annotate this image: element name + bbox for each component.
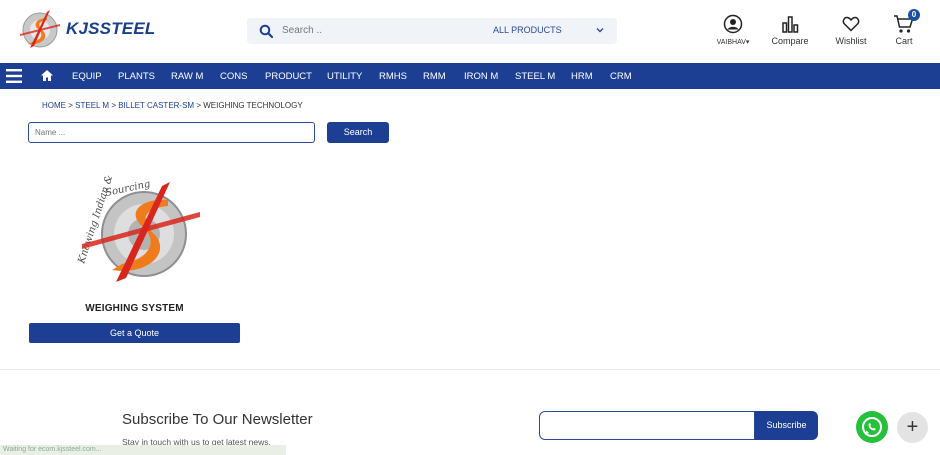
chevron-down-icon[interactable] — [595, 25, 605, 35]
home-icon[interactable] — [40, 69, 54, 82]
site-header: KJSSTEEL Search .. ALL PRODUCTS VAIBHAV▾… — [0, 0, 940, 63]
browser-status-bar: Waiting for ecom.kjssteel.com... — [0, 445, 286, 455]
breadcrumb-separator: > — [196, 101, 201, 110]
breadcrumb-home[interactable]: HOME — [42, 101, 66, 110]
cart-count-badge: 0 — [908, 9, 920, 21]
compare-icon — [782, 16, 799, 33]
filter-search-button[interactable]: Search — [327, 122, 389, 143]
account-label: VAIBHAV — [716, 39, 746, 46]
nav-item-raw-m[interactable]: RAW M — [171, 71, 203, 82]
brand-name: KJSSTEEL — [66, 19, 156, 38]
main-nav: EQUIP PLANTS RAW M CONS PRODUCT UTILITY … — [0, 63, 940, 89]
subscribe-button[interactable]: Subscribe — [755, 411, 818, 440]
caret-down-icon: ▾ — [745, 39, 750, 46]
newsletter-title: Subscribe To Our Newsletter — [122, 411, 313, 428]
floating-plus-button[interactable]: + — [897, 412, 928, 443]
user-icon — [723, 14, 743, 34]
heart-icon — [842, 16, 860, 32]
account-menu[interactable]: VAIBHAV▾ — [713, 14, 753, 46]
nav-item-steel-m[interactable]: STEEL M — [515, 71, 555, 82]
wishlist-label: Wishlist — [835, 36, 867, 46]
breadcrumb-separator: > — [111, 101, 116, 110]
nav-item-crm[interactable]: CRM — [610, 71, 632, 82]
nav-item-hrm[interactable]: HRM — [571, 71, 593, 82]
compare-link[interactable]: Compare — [768, 14, 812, 46]
whatsapp-icon — [862, 417, 882, 437]
nav-item-utility[interactable]: UTILITY — [327, 71, 362, 82]
breadcrumb-separator: > — [68, 101, 73, 110]
nav-item-rmhs[interactable]: RMHS — [379, 71, 407, 82]
cart-label: Cart — [895, 36, 913, 46]
newsletter-email-input[interactable] — [539, 411, 755, 440]
nav-item-cons[interactable]: CONS — [220, 71, 247, 82]
product-title[interactable]: WEIGHING SYSTEM — [29, 303, 240, 314]
hamburger-menu-icon[interactable] — [6, 69, 22, 83]
breadcrumb-steel-m[interactable]: STEEL M — [75, 101, 109, 110]
compare-label: Compare — [771, 36, 809, 46]
nav-item-iron-m[interactable]: IRON M — [464, 71, 498, 82]
nav-item-rmm[interactable]: RMM — [423, 71, 446, 82]
wishlist-link[interactable]: Wishlist — [832, 14, 870, 46]
get-quote-button[interactable]: Get a Quote — [29, 323, 240, 343]
search-icon[interactable] — [259, 24, 273, 38]
breadcrumb-current: WEIGHING TECHNOLOGY — [203, 101, 303, 110]
breadcrumb: HOME > STEEL M > BILLET CASTER-SM > WEIG… — [42, 101, 303, 110]
nav-item-product[interactable]: PRODUCT — [265, 71, 312, 82]
whatsapp-button[interactable] — [856, 411, 888, 443]
brand-logo[interactable]: KJSSTEEL — [16, 6, 156, 52]
search-bar[interactable]: Search .. ALL PRODUCTS — [247, 18, 617, 44]
category-select[interactable]: ALL PRODUCTS — [493, 25, 562, 35]
breadcrumb-billet-caster[interactable]: BILLET CASTER-SM — [118, 101, 194, 110]
search-input[interactable]: Search .. — [282, 25, 322, 36]
section-divider — [0, 369, 940, 370]
kjssteel-logo-icon — [20, 10, 60, 48]
product-image[interactable]: Knowing Indian & Sourcing — [66, 172, 206, 290]
nav-item-plants[interactable]: PLANTS — [118, 71, 155, 82]
nav-item-equip[interactable]: EQUIP — [72, 71, 102, 82]
name-filter-input[interactable] — [28, 122, 315, 143]
